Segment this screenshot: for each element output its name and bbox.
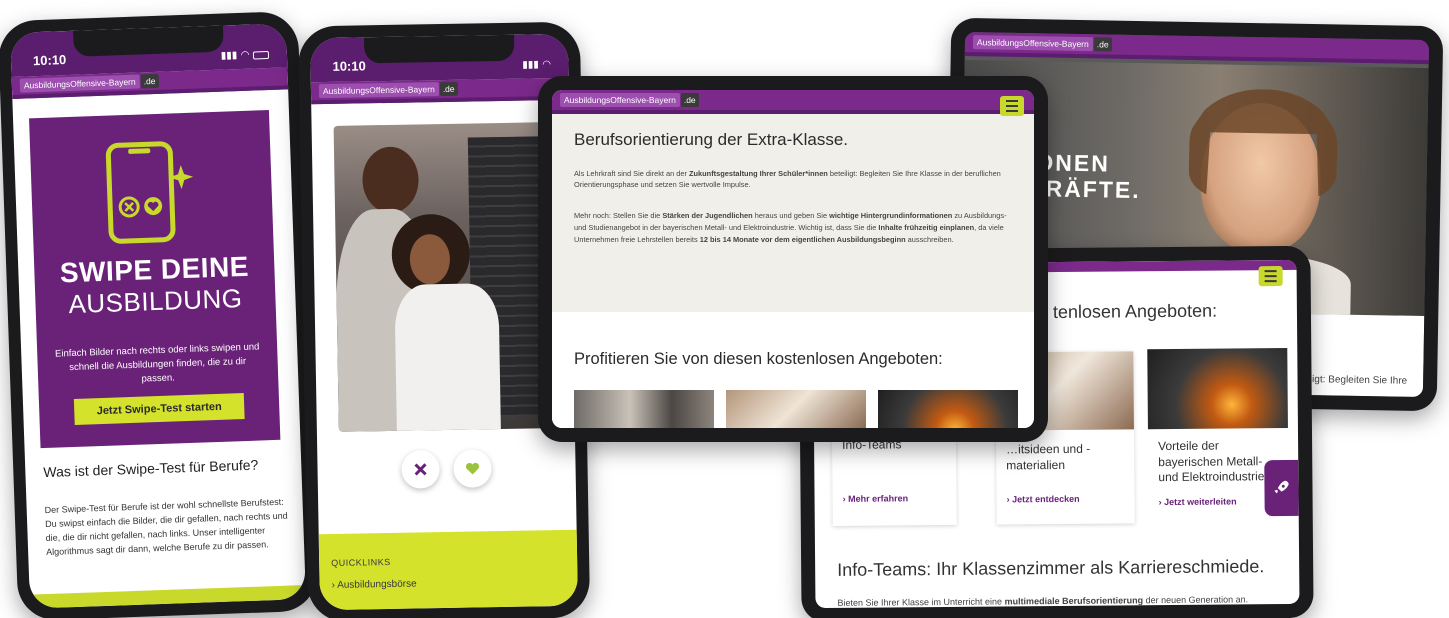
heart-icon [465, 462, 480, 475]
offers-section: Profitieren Sie von diesen kostenlosen A… [552, 312, 1034, 428]
offer-card-info-teams[interactable]: Info-Teams › Mehr erfahren [831, 432, 957, 526]
offer-photo-info-teams[interactable] [574, 390, 714, 428]
offers-title: Profitieren Sie von diesen kostenlosen A… [574, 350, 943, 368]
info-teams-text: Bieten Sie Ihrer Klasse im Unterricht ei… [837, 594, 1249, 608]
info-teams-title: Info-Teams: Ihr Klassenzimmer als Karrie… [837, 556, 1265, 580]
close-icon [414, 463, 427, 476]
brand-bar: AusbildungsOffensive-Bayern .de [552, 90, 1034, 114]
menu-button[interactable] [1258, 266, 1283, 287]
chevron-right-icon: › [331, 579, 336, 592]
page-headline: Berufsorientierung der Extra-Klasse. [574, 130, 849, 149]
offers-title: tenlosen Angeboten: [1052, 300, 1218, 323]
phone-icon [105, 141, 194, 244]
rocket-icon [1274, 480, 1289, 494]
brand-bar: AusbildungsOffensive-Bayern .de [310, 77, 570, 105]
swipe-section-title: Was ist der Swipe-Test für Berufe? [43, 456, 259, 481]
brand-tld: .de [439, 81, 458, 97]
menu-button[interactable] [1000, 96, 1024, 116]
chevron-right-icon: › [1158, 497, 1162, 508]
brand-tld: .de [680, 93, 699, 107]
intro-paragraph-2: Mehr noch: Stellen Sie die Stärken der J… [574, 211, 1007, 244]
offer-card-title: …itsideen und -materialien [1006, 441, 1091, 473]
person-woman-body [394, 283, 501, 432]
battery-icon [252, 50, 270, 60]
rocket-button[interactable] [1264, 459, 1299, 517]
quicklinks-panel: QUICKLINKS › Ausbildungsbörse [318, 529, 578, 611]
signal-icon: ▮▮▮ [522, 59, 539, 71]
like-button[interactable] [453, 449, 492, 488]
signal-icon: ▮▮▮ [220, 50, 238, 62]
swipe-hero: SWIPE DEINE AUSBILDUNG Einfach Bilder na… [29, 110, 281, 449]
intro-paragraph-1: Als Lehrkraft sind Sie direkt an der Zuk… [574, 169, 1001, 190]
person-man-head [361, 146, 420, 214]
status-time: 10:10 [332, 58, 366, 74]
status-icons: ▮▮▮ ◠ [221, 49, 270, 62]
offer-photo-welding [1147, 347, 1288, 430]
wifi-icon: ◠ [542, 59, 551, 71]
tablet-main-screen: AusbildungsOffensive-Bayern .de Berufsori… [552, 90, 1034, 428]
brand-tld: .de [140, 73, 159, 89]
notch [364, 34, 515, 64]
tablet-main: AusbildungsOffensive-Bayern .de Berufsori… [538, 76, 1048, 442]
phone-swipe: 10:10 ▮▮▮ ◠ AusbildungsOffensive-Bayern.… [0, 10, 319, 618]
chevron-right-icon: › [1006, 494, 1010, 505]
footer-bar [29, 585, 306, 609]
quicklinks-title: QUICKLINKS [331, 556, 391, 569]
status-time: 10:10 [32, 52, 67, 69]
body-snippet: ligt: Begleiten Sie Ihre [1309, 374, 1408, 387]
brand-tld: .de [1093, 37, 1112, 52]
offer-card-link[interactable]: › Jetzt weiterleiten [1159, 496, 1237, 507]
brand-logo[interactable]: AusbildungsOffensive-Bayern [972, 35, 1093, 52]
swipe-photo-card[interactable] [333, 122, 549, 432]
dislike-button[interactable] [401, 450, 440, 489]
wifi-icon: ◠ [241, 49, 250, 61]
offer-photo-materialien[interactable] [726, 390, 866, 428]
offer-photo-vorteile[interactable] [878, 390, 1018, 428]
brand-bar: AusbildungsOffensive-Bayern .de [964, 31, 1430, 65]
brand-logo[interactable]: AusbildungsOffensive-Bayern [318, 82, 439, 99]
status-icons: ▮▮▮ ◠ [522, 59, 550, 70]
notch [72, 25, 224, 57]
chevron-right-icon: › [842, 493, 846, 504]
phone-swipe-screen: 10:10 ▮▮▮ ◠ AusbildungsOffensive-Bayern.… [10, 23, 306, 609]
brand-logo[interactable]: AusbildungsOffensive-Bayern [19, 74, 140, 93]
brand-logo[interactable]: AusbildungsOffensive-Bayern [560, 93, 680, 107]
offer-card-link[interactable]: › Jetzt entdecken [1007, 494, 1080, 505]
swipe-test-start-button[interactable]: Jetzt Swipe-Test starten [74, 393, 245, 425]
offer-card-link[interactable]: › Mehr erfahren [832, 460, 956, 504]
hero-text: Einfach Bilder nach rechts oder links sw… [54, 341, 260, 385]
swipe-cta-wrap: Jetzt Swipe-Test starten [39, 392, 280, 426]
swipe-section-text: Der Swipe-Test für Berufe ist der wohl s… [44, 496, 288, 557]
quicklink-item[interactable]: › Ausbildungsbörse [331, 576, 565, 591]
